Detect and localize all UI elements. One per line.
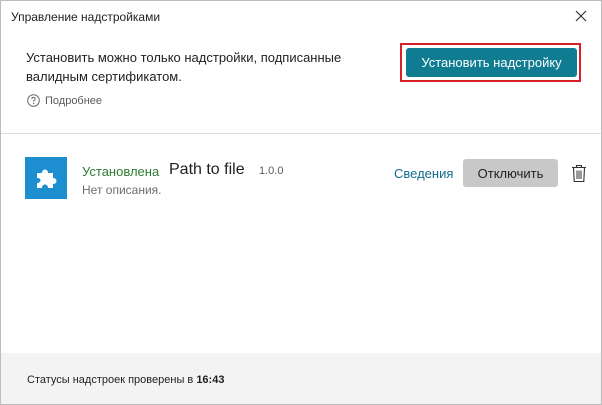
status-text: Статусы надстроек проверены в 16:43: [27, 374, 224, 386]
install-notice-section: Установить можно только надстройки, подп…: [1, 33, 601, 134]
status-prefix: Статусы надстроек проверены в: [27, 374, 197, 386]
addin-status: Установлена: [82, 164, 160, 179]
more-info-link[interactable]: Подробнее: [27, 94, 102, 107]
addin-version: 1.0.0: [259, 165, 284, 177]
disable-button[interactable]: Отключить: [463, 159, 558, 187]
more-info-label: Подробнее: [45, 94, 103, 107]
addin-description: Нет описания.: [82, 183, 162, 197]
puzzle-icon: [25, 157, 67, 199]
close-icon: [575, 10, 587, 22]
addin-manager-window: Управление надстройками Установить можно…: [0, 0, 602, 405]
status-footer: Статусы надстроек проверены в 16:43: [1, 353, 601, 404]
question-circle-icon: [27, 94, 40, 107]
title-bar: Управление надстройками: [1, 1, 601, 33]
install-addin-button[interactable]: Установить надстройку: [406, 48, 577, 77]
close-button[interactable]: [569, 4, 593, 28]
notice-text: Установить можно только надстройки, подп…: [26, 50, 342, 84]
details-link[interactable]: Сведения: [394, 166, 453, 181]
trash-icon: [572, 164, 586, 182]
addin-name: Path to file: [169, 161, 245, 178]
window-title: Управление надстройками: [11, 10, 161, 24]
delete-button[interactable]: [570, 163, 588, 183]
status-time: 16:43: [196, 374, 225, 386]
addin-list-item: Установлена Path to file 1.0.0 Нет описа…: [1, 151, 601, 211]
